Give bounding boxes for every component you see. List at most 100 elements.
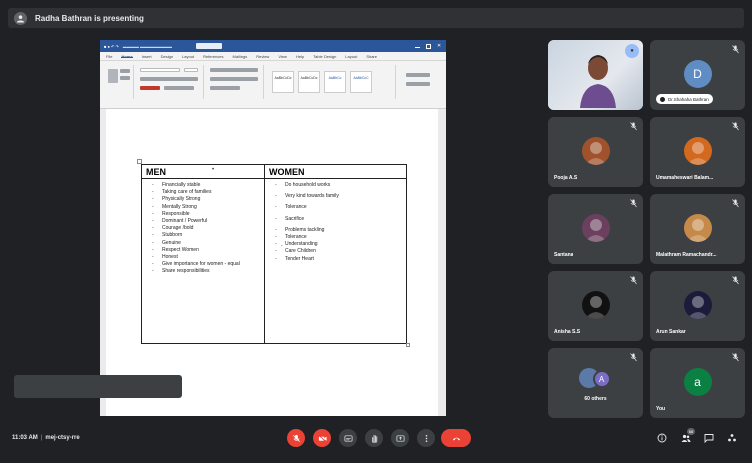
participant-avatar <box>581 214 610 242</box>
text-cursor-mark: • <box>212 167 215 173</box>
participant-avatar <box>683 137 712 165</box>
shared-screen: ■ ● ↶ ↷ ▬▬▬▬ ▬▬▬▬▬▬▬▬ ✕ File Home Insert De… <box>100 40 446 416</box>
info-icon <box>657 433 667 443</box>
women-list-item: Very kind towards family <box>275 193 406 200</box>
presenting-banner: Radha Bathran is presenting <box>8 8 744 28</box>
camera-toggle-button[interactable] <box>313 429 331 447</box>
document-page: MEN Financially stableTaking care of fam… <box>106 109 438 416</box>
chat-button[interactable] <box>703 432 715 444</box>
pinned-name-chip: Dr.Shahaha Bathran <box>656 94 713 104</box>
notification-snackbar <box>14 375 182 398</box>
table-resize-handle[interactable] <box>406 343 410 347</box>
participant-name: Santana <box>554 252 574 258</box>
captions-icon <box>344 434 352 442</box>
word-tab-review[interactable]: Review <box>256 54 269 59</box>
women-list-item: Tolerance <box>275 234 406 241</box>
leave-call-button[interactable] <box>441 429 471 447</box>
men-list-item: Genuine <box>152 240 264 247</box>
raise-hand-button[interactable] <box>365 429 383 447</box>
mic-off-icon <box>732 122 739 131</box>
raise-hand-icon <box>371 434 377 443</box>
close-icon[interactable]: ✕ <box>437 43 442 49</box>
meeting-details[interactable]: 11:03 AM | mej-ctsy-rre <box>12 435 80 441</box>
captions-button[interactable] <box>339 429 357 447</box>
profile-photo-icon <box>686 142 709 165</box>
document-area: MEN Financially stableTaking care of fam… <box>100 109 446 416</box>
profile-photo-icon <box>686 296 709 319</box>
mic-toggle-button[interactable] <box>287 429 305 447</box>
minimize-icon[interactable] <box>415 46 420 48</box>
maximize-icon[interactable] <box>426 43 431 49</box>
window-controls: ✕ <box>415 43 442 49</box>
mic-off-icon <box>630 122 637 131</box>
word-menu-tabs: File Home Insert Design Layout References Mail… <box>100 52 446 61</box>
participant-avatar <box>683 291 712 319</box>
bottom-control-bar: 11:03 AM | mej-ctsy-rre 68 <box>0 425 752 455</box>
present-now-button[interactable] <box>391 429 409 447</box>
leave-call-icon <box>452 437 460 440</box>
more-options-button[interactable] <box>417 429 435 447</box>
women-list-item: Problems tackling <box>275 227 406 234</box>
participant-tile[interactable]: Malathram Ramachandr... <box>650 194 745 264</box>
word-tab-view[interactable]: View <box>278 54 287 59</box>
women-list: Do household works Very kind towards fami… <box>265 179 406 263</box>
participant-tile[interactable]: Pooja A.S <box>548 117 643 187</box>
participant-avatar <box>581 137 610 165</box>
participant-tile[interactable]: Umamaheswari Balam... <box>650 117 745 187</box>
word-tab-table-design[interactable]: Table Design <box>313 54 336 59</box>
font-group <box>136 65 204 99</box>
men-list-item: Physically Strong <box>152 196 264 203</box>
word-search-box[interactable] <box>196 43 222 49</box>
word-tab-references[interactable]: References <box>203 54 223 59</box>
style-no-spacing[interactable]: AaBbCcDc <box>298 71 320 93</box>
participant-name: You <box>656 406 666 412</box>
style-heading-2[interactable]: AaBbCcC <box>350 71 372 93</box>
presenting-text: Radha Bathran is presenting <box>35 13 144 23</box>
paragraph-group <box>206 65 264 99</box>
word-tab-layout[interactable]: Layout <box>345 54 357 59</box>
men-list-item: Responsible <box>152 211 264 218</box>
men-column: MEN Financially stableTaking care of fam… <box>142 165 265 343</box>
participant-tile[interactable]: a You <box>650 348 745 418</box>
word-tab-design[interactable]: Design <box>161 54 173 59</box>
participant-tile[interactable]: Anisha S.S <box>548 271 643 341</box>
word-tab-help[interactable]: Help <box>296 54 304 59</box>
participant-tile[interactable]: ● <box>548 40 643 110</box>
activities-button[interactable] <box>726 432 738 444</box>
document-title-placeholder: ▬▬▬▬ ▬▬▬▬▬▬▬▬ <box>122 43 172 49</box>
men-list-item: Honest <box>152 254 264 261</box>
person-icon <box>16 14 25 23</box>
more-options-icon <box>425 434 427 442</box>
mic-off-icon <box>732 199 739 208</box>
style-normal[interactable]: AaBbCcDc <box>272 71 294 93</box>
word-tab-mailings[interactable]: Mailings <box>233 54 248 59</box>
word-tab-layout[interactable]: Layout <box>182 54 194 59</box>
women-list-item: Understanding <box>275 241 406 248</box>
word-tab-share[interactable]: Share <box>366 54 377 59</box>
people-button[interactable]: 68 <box>680 428 695 444</box>
men-list-item: Give importance for women - equal <box>152 261 264 268</box>
word-tab-insert[interactable]: Insert <box>142 54 152 59</box>
clock-time: 11:03 AM <box>12 435 38 441</box>
participant-tile[interactable]: A 60 others <box>548 348 643 418</box>
pin-icon <box>660 96 665 102</box>
style-heading-1[interactable]: AaBbCc <box>324 71 346 93</box>
participant-tile[interactable]: D Dr.Shahaha Bathran <box>650 40 745 110</box>
activities-icon <box>728 434 736 442</box>
word-tab-file[interactable]: File <box>106 54 112 59</box>
meeting-info-button[interactable] <box>656 432 668 444</box>
participant-tile[interactable]: Santana <box>548 194 643 264</box>
word-tab-home[interactable]: Home <box>121 54 133 59</box>
participant-name: Anisha S.S <box>554 329 581 335</box>
women-list-item: Do household works <box>275 182 406 189</box>
participant-tile[interactable]: Arun Sankar <box>650 271 745 341</box>
participant-name: Dr.Shahaha Bathran <box>668 96 709 102</box>
profile-photo-icon <box>686 219 709 242</box>
mic-off-icon <box>732 276 739 285</box>
editing-group <box>400 65 440 99</box>
men-list-item: Dominant / Powerful <box>152 218 264 225</box>
mic-off-icon <box>732 45 739 54</box>
men-list-item: Stubborn <box>152 232 264 239</box>
participant-avatar <box>683 214 712 242</box>
word-title-bar: ■ ● ↶ ↷ ▬▬▬▬ ▬▬▬▬▬▬▬▬ ✕ <box>100 40 446 52</box>
